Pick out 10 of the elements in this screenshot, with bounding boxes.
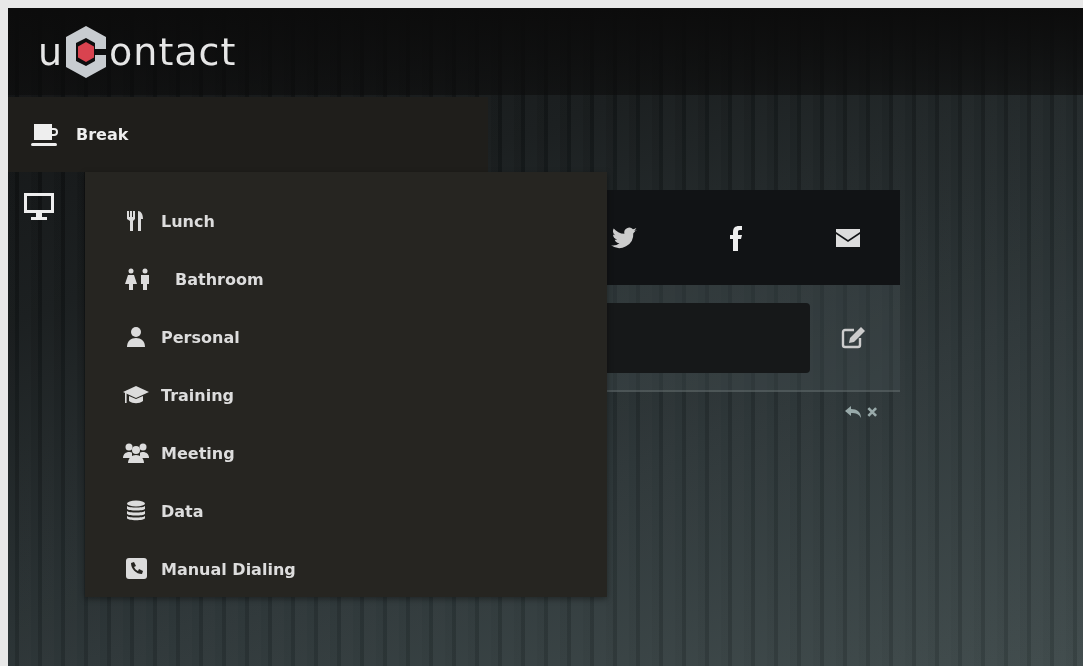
- break-option[interactable]: Training: [85, 366, 607, 424]
- break-option[interactable]: Meeting: [85, 424, 607, 482]
- break-option[interactable]: Manual Dialing: [85, 540, 607, 598]
- logo-text: u: [38, 29, 64, 74]
- status-menu[interactable]: Break: [8, 97, 488, 172]
- break-option[interactable]: Bathroom: [85, 250, 607, 308]
- break-option[interactable]: Data: [85, 482, 607, 540]
- logo-text: ontact: [109, 29, 237, 74]
- break-option[interactable]: Personal: [85, 308, 607, 366]
- break-option[interactable]: Lunch: [85, 192, 607, 250]
